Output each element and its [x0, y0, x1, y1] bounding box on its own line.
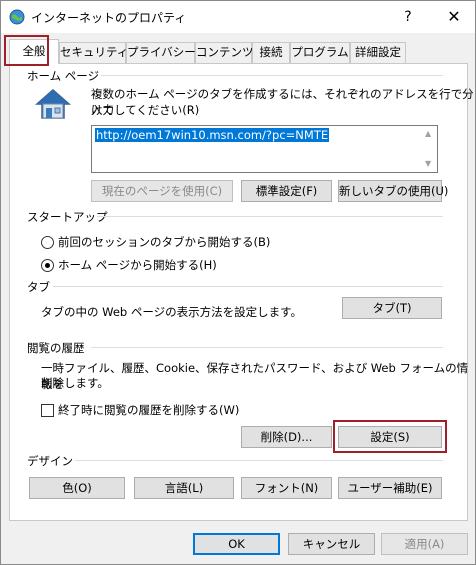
scroll-up-icon[interactable]: ▲	[425, 129, 431, 138]
tab-privacy[interactable]: プライバシー	[126, 42, 196, 63]
help-button[interactable]: ?	[393, 5, 423, 29]
homepage-url-value: http://oem17win10.msn.com/?pc=NMTE	[95, 128, 330, 142]
homepage-group-line	[101, 75, 443, 76]
radio-start-previous[interactable]	[41, 236, 54, 249]
homepage-group-label: ホーム ページ	[27, 69, 100, 83]
history-group-label: 閲覧の履歴	[27, 341, 85, 355]
design-group-label: デザイン	[27, 454, 73, 468]
history-group-line	[91, 347, 443, 348]
cancel-button[interactable]: キャンセル	[288, 533, 375, 555]
tab-programs[interactable]: プログラム	[290, 42, 350, 63]
accessibility-button[interactable]: ユーザー補助(E)	[338, 477, 442, 499]
tab-general[interactable]: 全般	[9, 39, 59, 64]
radio-start-homepage[interactable]	[41, 259, 54, 272]
use-default-button[interactable]: 標準設定(F)	[241, 180, 332, 202]
scroll-down-icon[interactable]: ▼	[425, 159, 431, 168]
tabs-group-label: タブ	[27, 280, 50, 294]
delete-on-exit-label[interactable]: 終了時に閲覧の履歴を削除する(W)	[58, 402, 239, 418]
languages-button[interactable]: 言語(L)	[134, 477, 234, 499]
colors-button[interactable]: 色(O)	[29, 477, 125, 499]
close-button[interactable]: ✕	[439, 5, 469, 29]
title-bar: インターネットのプロパティ ? ✕	[1, 1, 475, 33]
tabs-group-line	[53, 286, 443, 287]
startup-group-line	[97, 216, 443, 217]
history-settings-button[interactable]: 設定(S)	[338, 426, 442, 448]
design-group-line	[75, 460, 443, 461]
internet-globe-icon	[9, 9, 25, 25]
homepage-description-line2: 入力してください(R)	[91, 103, 200, 117]
tabs-description: タブの中の Web ページの表示方法を設定します。	[41, 305, 303, 319]
tab-strip: 全般 セキュリティ プライバシー コンテンツ 接続 プログラム 詳細設定	[9, 39, 469, 64]
fonts-button[interactable]: フォント(N)	[241, 477, 332, 499]
delete-history-button[interactable]: 削除(D)...	[241, 426, 332, 448]
startup-group-label: スタートアップ	[27, 210, 108, 224]
delete-on-exit-checkbox[interactable]	[41, 404, 54, 417]
use-current-button[interactable]: 現在のページを使用(C)	[91, 180, 233, 202]
tab-security[interactable]: セキュリティ	[59, 42, 128, 63]
house-icon	[35, 87, 71, 121]
internet-properties-dialog: インターネットのプロパティ ? ✕ 全般 セキュリティ プライバシー コンテンツ…	[0, 0, 476, 565]
homepage-url-textarea[interactable]: http://oem17win10.msn.com/?pc=NMTE ▲ ▼	[91, 125, 438, 173]
tab-content[interactable]: コンテンツ	[195, 42, 254, 63]
url-scrollbar[interactable]: ▲ ▼	[421, 126, 437, 172]
history-description-line2: 削除します。	[41, 376, 109, 390]
tab-connections[interactable]: 接続	[252, 42, 290, 63]
tabs-settings-button[interactable]: タブ(T)	[342, 297, 442, 319]
tab-advanced[interactable]: 詳細設定	[350, 42, 406, 63]
apply-button[interactable]: 適用(A)	[381, 533, 468, 555]
radio-start-homepage-label[interactable]: ホーム ページから開始する(H)	[58, 257, 217, 273]
ok-button[interactable]: OK	[193, 533, 280, 555]
window-title: インターネットのプロパティ	[31, 11, 187, 25]
radio-start-previous-label[interactable]: 前回のセッションのタブから開始する(B)	[58, 234, 270, 250]
use-new-tab-button[interactable]: 新しいタブの使用(U)	[338, 180, 448, 202]
